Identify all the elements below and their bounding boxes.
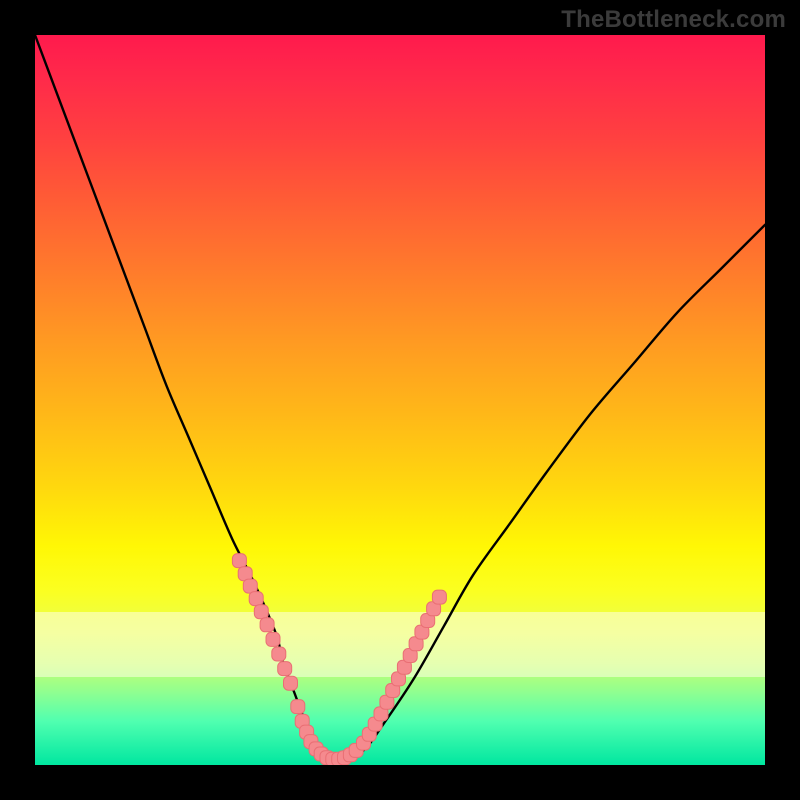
data-marker — [284, 676, 298, 690]
chart-svg-layer — [35, 35, 765, 765]
data-marker — [243, 579, 257, 593]
plot-area — [35, 35, 765, 765]
data-marker — [272, 647, 286, 661]
watermark-text: TheBottleneck.com — [561, 6, 786, 34]
data-marker — [266, 632, 280, 646]
data-marker — [291, 700, 305, 714]
data-marker — [260, 618, 274, 632]
data-marker — [432, 590, 446, 604]
data-marker — [278, 662, 292, 676]
data-marker — [232, 554, 246, 568]
marker-group — [232, 554, 446, 765]
bottleneck-curve — [35, 35, 765, 762]
data-marker — [249, 592, 263, 606]
data-marker — [254, 605, 268, 619]
chart-frame: TheBottleneck.com — [0, 0, 800, 800]
